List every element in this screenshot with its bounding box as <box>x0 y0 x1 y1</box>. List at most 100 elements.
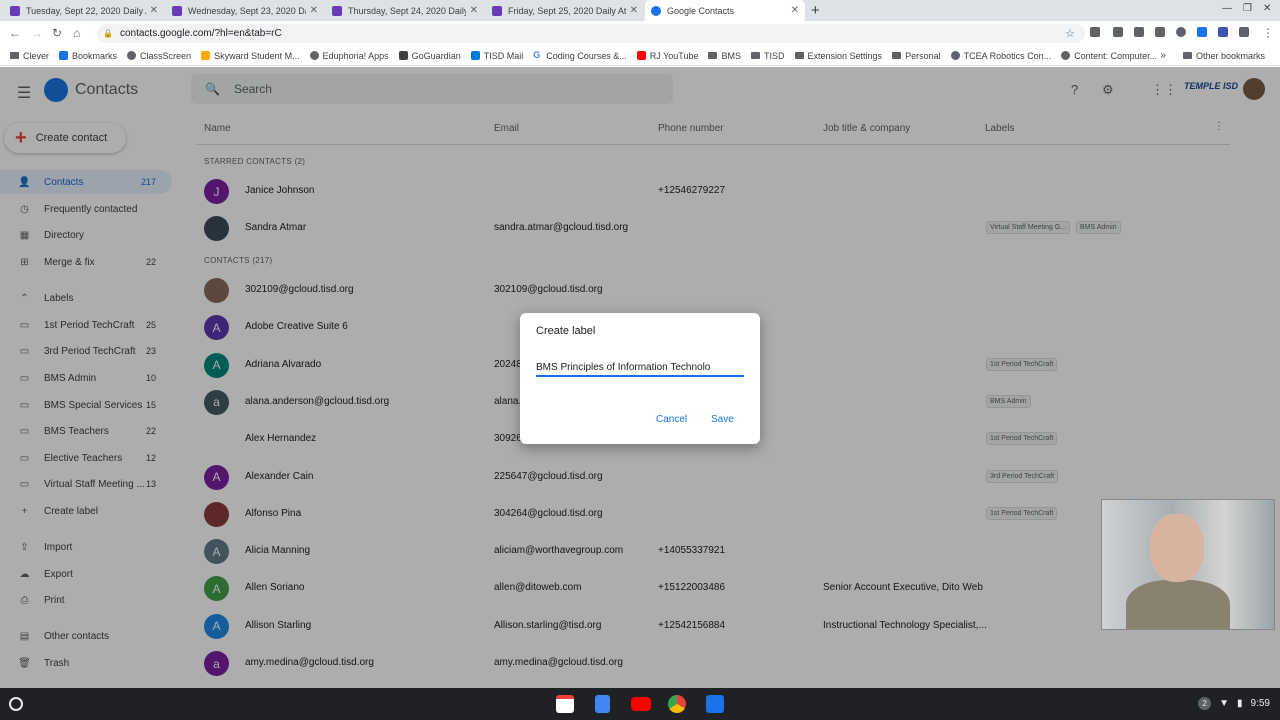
folder-icon <box>1182 52 1192 59</box>
bookmark-label: Extension Settings <box>807 50 883 61</box>
bookmark[interactable]: ClassScreen <box>122 51 196 61</box>
webcam-overlay <box>1101 499 1275 630</box>
globe-icon <box>309 51 319 60</box>
os-shelf: 2 ▼ ▮ 9:59 <box>0 688 1280 720</box>
browser-tab[interactable]: Tuesday, Sept 22, 2020 Daily At ✕ <box>4 0 164 21</box>
menu-dots-icon[interactable]: ⋮ <box>1262 26 1274 40</box>
browser-toolbar: ← → ↻ ⌂ 🔒 contacts.google.com/?hl=en&tab… <box>0 21 1280 46</box>
gmail-icon[interactable] <box>556 695 574 713</box>
battery-icon: ▮ <box>1237 698 1243 709</box>
restore-icon[interactable]: ❐ <box>1243 3 1252 14</box>
bookmarks-bar: Clever Bookmarks ClassScreen Skyward Stu… <box>0 46 1280 66</box>
close-icon[interactable]: ✕ <box>791 5 799 16</box>
create-label-dialog: Create label Cancel Save <box>520 313 760 444</box>
back-icon[interactable]: ← <box>9 26 21 40</box>
extension-icon[interactable] <box>1113 27 1123 37</box>
new-tab-icon[interactable]: + <box>811 2 820 19</box>
youtube-icon[interactable] <box>631 697 651 711</box>
folder-icon <box>892 52 902 59</box>
other-bookmarks[interactable]: Other bookmarks <box>1178 51 1270 61</box>
bookmark-label: ClassScreen <box>140 50 192 61</box>
docs-icon[interactable] <box>595 695 610 713</box>
tab-title: Friday, Sept 25, 2020 Daily Atte <box>508 5 626 16</box>
bookmark-label: BMS <box>721 50 741 61</box>
close-icon[interactable]: ✕ <box>310 5 318 16</box>
folder-icon <box>751 52 760 59</box>
extension-icon[interactable] <box>1218 27 1228 37</box>
bookmark-label: Content: Computer... <box>1074 50 1158 61</box>
bookmark[interactable]: Eduphoria! Apps <box>305 51 394 61</box>
extension-icon[interactable] <box>1090 27 1100 37</box>
label-name-input[interactable] <box>536 359 744 377</box>
save-button[interactable]: Save <box>711 414 734 425</box>
browser-tab[interactable]: Wednesday, Sept 23, 2020 Daily ✕ <box>166 0 324 21</box>
chrome-icon[interactable] <box>668 695 686 713</box>
extension-icon[interactable] <box>1176 27 1186 37</box>
wifi-icon: ▼ <box>1219 698 1230 709</box>
extension-icon[interactable] <box>1134 27 1144 37</box>
dialog-title: Create label <box>536 325 596 337</box>
reload-icon[interactable]: ↻ <box>52 26 62 40</box>
close-window-icon[interactable]: ✕ <box>1263 3 1271 14</box>
bookmark-label: RJ YouTube <box>649 50 699 61</box>
minimize-icon[interactable]: — <box>1222 3 1232 14</box>
home-icon[interactable]: ⌂ <box>73 26 80 40</box>
bookmark[interactable]: TCEA Robotics Con... <box>946 51 1057 61</box>
forward-icon[interactable]: → <box>31 26 43 40</box>
youtube-icon <box>636 51 646 60</box>
outlook-icon <box>470 51 480 60</box>
bookmark-label: Clever <box>23 50 50 61</box>
folder-icon <box>10 52 19 59</box>
browser-tab[interactable]: Thursday, Sept 24, 2020 Daily At ✕ <box>326 0 484 21</box>
extension-icon[interactable] <box>1155 27 1165 37</box>
tab-title: Wednesday, Sept 23, 2020 Daily <box>188 5 306 16</box>
bookmark[interactable]: RJ YouTube <box>632 51 704 61</box>
bookmark[interactable]: Personal <box>887 51 946 61</box>
tab-title: Google Contacts <box>667 5 735 16</box>
bookmark-label: Personal <box>905 50 941 61</box>
bookmark[interactable]: G Coding Courses &... <box>528 51 632 61</box>
close-icon[interactable]: ✕ <box>470 5 478 16</box>
bookmark-label: Coding Courses &... <box>546 50 627 61</box>
cancel-button[interactable]: Cancel <box>656 414 687 425</box>
forms-icon <box>332 5 342 16</box>
forms-icon <box>492 5 502 16</box>
files-icon[interactable] <box>706 695 724 713</box>
globe-icon <box>950 51 960 60</box>
address-bar[interactable]: 🔒 contacts.google.com/?hl=en&tab=rC ☆ <box>97 24 1085 43</box>
globe-icon <box>1061 51 1071 60</box>
notification-count: 2 <box>1198 697 1212 710</box>
bookmark[interactable]: Extension Settings <box>790 51 888 61</box>
bookmark[interactable]: Bookmarks <box>54 51 122 61</box>
status-tray[interactable]: 2 ▼ ▮ 9:59 <box>1198 697 1270 710</box>
tab-strip: Tuesday, Sept 22, 2020 Daily At ✕ Wednes… <box>0 0 1280 21</box>
globe-icon <box>127 51 137 60</box>
forms-icon <box>10 5 20 16</box>
contacts-icon <box>651 5 661 16</box>
bookmark-label: TCEA Robotics Con... <box>963 50 1052 61</box>
tab-title: Tuesday, Sept 22, 2020 Daily At <box>26 5 146 16</box>
star-icon[interactable]: ☆ <box>1065 27 1075 40</box>
browser-tab-active[interactable]: Google Contacts ✕ <box>645 0 805 21</box>
bookmark-label: Other bookmarks <box>1195 50 1265 61</box>
launcher-icon[interactable] <box>9 697 23 711</box>
bookmark[interactable]: Clever <box>5 51 54 61</box>
bookmark-label: Bookmarks <box>72 50 118 61</box>
puzzle-icon[interactable] <box>1239 27 1249 37</box>
bookmark[interactable]: Content: Computer... <box>1056 51 1162 61</box>
close-icon[interactable]: ✕ <box>630 5 638 16</box>
folder-icon <box>708 52 718 59</box>
bookmark[interactable]: TISD <box>746 51 790 61</box>
browser-tab[interactable]: Friday, Sept 25, 2020 Daily Atte ✕ <box>486 0 644 21</box>
bookmark[interactable]: TISD Mail <box>466 51 529 61</box>
bookmark[interactable]: GoGuardian <box>394 51 466 61</box>
star-icon <box>59 51 69 60</box>
extension-icon[interactable] <box>1197 27 1207 37</box>
more-bookmarks-chevron[interactable]: » <box>1160 50 1166 61</box>
bookmark-label: GoGuardian <box>411 50 461 61</box>
bookmark[interactable]: BMS <box>703 51 746 61</box>
bookmark[interactable]: Skyward Student M... <box>196 51 305 61</box>
close-icon[interactable]: ✕ <box>150 5 158 16</box>
google-icon: G <box>533 50 543 60</box>
bookmark-label: Skyward Student M... <box>214 50 300 61</box>
